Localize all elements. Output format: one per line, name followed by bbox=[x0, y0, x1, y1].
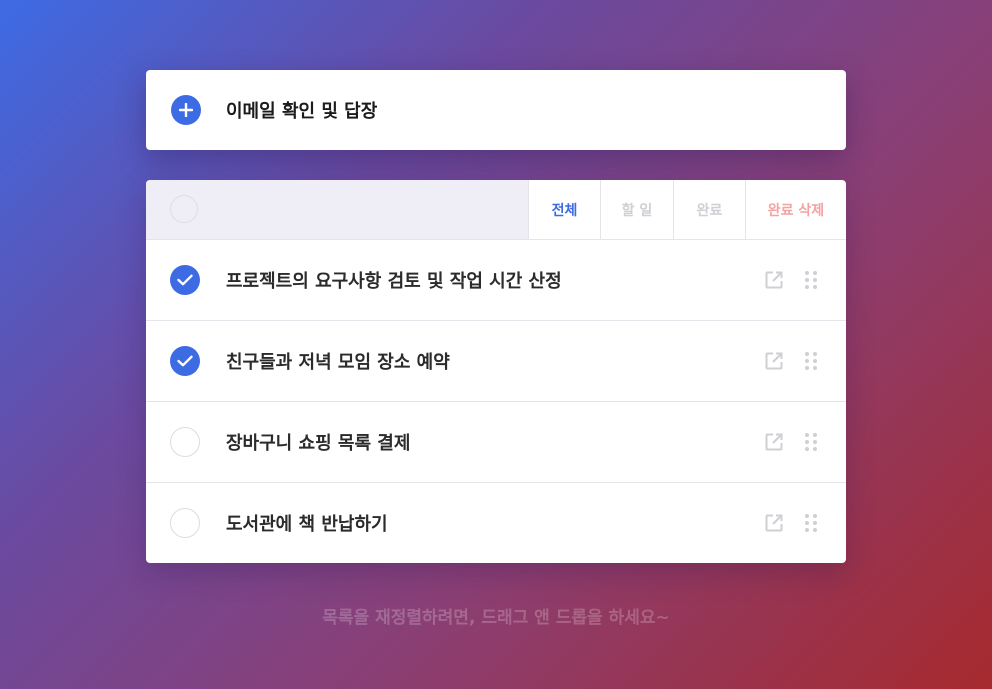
todo-list: 전체 할 일 완료 완료 삭제 프로젝트의 요구사항 검토 및 작업 시간 산정… bbox=[146, 180, 846, 563]
external-link-icon[interactable] bbox=[764, 432, 784, 452]
toggle-all-checkbox[interactable] bbox=[170, 195, 198, 223]
add-todo-button[interactable] bbox=[171, 95, 201, 125]
list-header: 전체 할 일 완료 완료 삭제 bbox=[146, 180, 846, 240]
external-link-icon[interactable] bbox=[764, 351, 784, 371]
external-link-icon[interactable] bbox=[764, 513, 784, 533]
filter-active-tab[interactable]: 할 일 bbox=[600, 180, 673, 239]
todo-text: 친구들과 저녁 모임 장소 예약 bbox=[226, 352, 450, 373]
todo-text: 장바구니 쇼핑 목록 결제 bbox=[226, 433, 411, 454]
check-icon bbox=[177, 274, 193, 286]
new-todo-input[interactable] bbox=[226, 96, 786, 124]
todo-checkbox-checked[interactable] bbox=[170, 265, 200, 295]
todo-item: 장바구니 쇼핑 목록 결제 bbox=[146, 402, 846, 483]
todo-text: 프로젝트의 요구사항 검토 및 작업 시간 산정 bbox=[226, 271, 562, 292]
check-icon bbox=[177, 355, 193, 367]
plus-icon bbox=[179, 103, 193, 117]
todo-checkbox-checked[interactable] bbox=[170, 346, 200, 376]
filter-all-tab[interactable]: 전체 bbox=[528, 180, 600, 239]
filter-completed-tab[interactable]: 완료 bbox=[673, 180, 745, 239]
todo-item: 프로젝트의 요구사항 검토 및 작업 시간 산정 bbox=[146, 240, 846, 321]
todo-checkbox[interactable] bbox=[170, 427, 200, 457]
drag-handle-icon[interactable] bbox=[804, 432, 818, 452]
external-link-icon[interactable] bbox=[764, 270, 784, 290]
new-todo-card bbox=[146, 70, 846, 150]
todo-text: 도서관에 책 반납하기 bbox=[226, 514, 388, 535]
todo-item: 친구들과 저녁 모임 장소 예약 bbox=[146, 321, 846, 402]
todo-checkbox[interactable] bbox=[170, 508, 200, 538]
drag-handle-icon[interactable] bbox=[804, 351, 818, 371]
drag-handle-icon[interactable] bbox=[804, 513, 818, 533]
clear-completed-button[interactable]: 완료 삭제 bbox=[745, 180, 846, 239]
todo-item: 도서관에 책 반납하기 bbox=[146, 483, 846, 563]
drag-handle-icon[interactable] bbox=[804, 270, 818, 290]
reorder-hint: 목록을 재정렬하려면, 드래그 앤 드롭을 하세요~ bbox=[322, 608, 670, 628]
header-toggle-area bbox=[146, 180, 528, 239]
